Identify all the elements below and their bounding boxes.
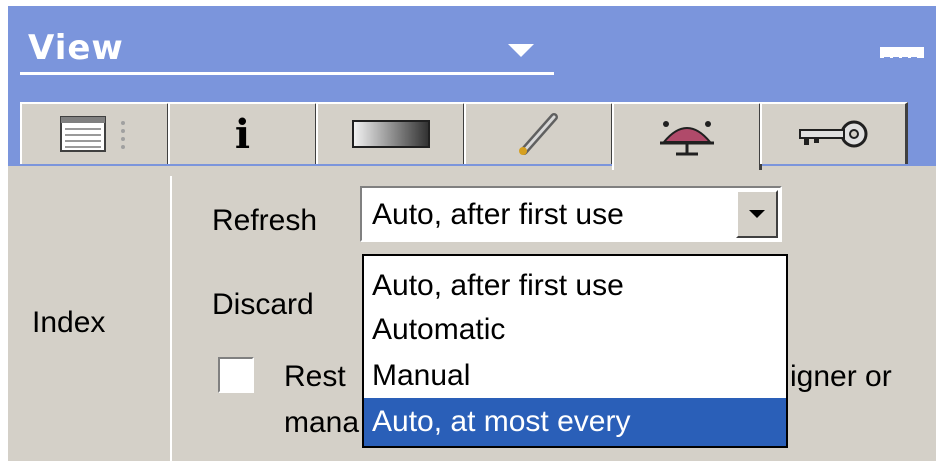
tab-info[interactable]: i (168, 102, 318, 164)
tab-cluster[interactable] (612, 102, 762, 170)
refresh-dropdown-list[interactable]: Auto, after first use Automatic Manual A… (362, 254, 788, 448)
key-icon (798, 120, 867, 148)
tab-strip: i (8, 102, 936, 170)
chevron-down-icon[interactable] (736, 190, 778, 238)
refresh-label: Refresh (212, 204, 318, 237)
sidebar: Index (8, 176, 172, 461)
refresh-select-value: Auto, after first use (372, 198, 624, 231)
list-icon (59, 116, 125, 152)
tab-key[interactable] (760, 102, 908, 164)
restrict-label-left: Rest (284, 360, 346, 393)
dropdown-option-auto-at-most-every[interactable]: Auto, at most every (364, 398, 786, 446)
dropdown-option-automatic[interactable]: Automatic (364, 306, 786, 354)
dropdown-option-auto-after-first-use[interactable]: Auto, after first use (364, 262, 786, 310)
tab-brush[interactable] (464, 102, 614, 164)
restrict-label-right: igner or (790, 360, 892, 393)
title-underline (20, 72, 554, 75)
discard-label: Discard (212, 288, 314, 321)
sidebar-index-label: Index (32, 306, 106, 339)
tab-list-view[interactable] (20, 102, 170, 164)
panel-grip-icon[interactable] (880, 47, 924, 62)
dropdown-option-manual[interactable]: Manual (364, 352, 786, 400)
gradient-icon (351, 120, 430, 148)
refresh-select[interactable]: Auto, after first use (360, 186, 782, 242)
title-dropdown-arrow-icon[interactable] (508, 44, 534, 57)
restrict-label-line2: mana (284, 406, 360, 439)
info-icon: i (234, 110, 251, 158)
cluster-icon (659, 121, 714, 156)
tab-gradient[interactable] (316, 102, 466, 164)
brush-icon (518, 113, 558, 155)
panel-title[interactable]: View (28, 28, 124, 68)
panel-title-bar: View (8, 6, 936, 102)
restrict-checkbox[interactable] (218, 357, 254, 393)
